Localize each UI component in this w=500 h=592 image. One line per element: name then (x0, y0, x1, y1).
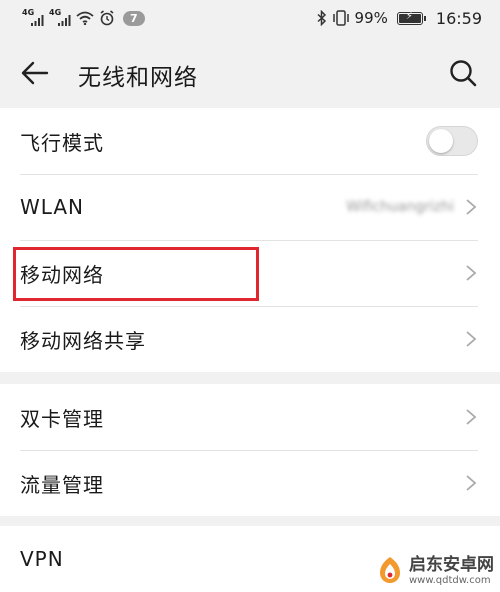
alarm-icon (100, 10, 114, 26)
mobile-hotspot-row[interactable]: 移动网络共享 (0, 306, 500, 372)
chevron-right-icon (466, 265, 477, 281)
notification-count-badge: 7 (123, 10, 145, 26)
battery-percent: 99% (354, 9, 388, 27)
status-bar-right: 99% ⚡ 16:59 (317, 9, 482, 28)
wlan-network-name: Wifichuangrizhi (346, 199, 454, 215)
chevron-right-icon (466, 199, 477, 215)
vibrate-icon (332, 10, 349, 26)
clock: 16:59 (435, 8, 482, 28)
page-title: 无线和网络 (78, 65, 198, 91)
wlan-row[interactable]: WLAN Wifichuangrizhi (0, 174, 500, 240)
charging-bolt-icon: ⚡ (405, 10, 413, 22)
settings-group-network: 飞行模式 WLAN Wifichuangrizhi 移动网络 移动网络共享 (0, 108, 500, 372)
battery-icon: ⚡ (396, 10, 426, 25)
chevron-right-icon (466, 331, 477, 347)
watermark-logo-icon (380, 557, 400, 583)
data-usage-label: 流量管理 (20, 472, 104, 497)
mobile-network-label: 移动网络 (20, 262, 104, 287)
mobile-network-row[interactable]: 移动网络 (0, 240, 500, 306)
signal-icon-sim1: 4G (22, 8, 44, 26)
wlan-label: WLAN (20, 195, 85, 219)
app-bar: 无线和网络 (0, 36, 500, 108)
mobile-hotspot-label: 移动网络共享 (20, 328, 146, 353)
chevron-right-icon (466, 409, 477, 425)
toggle-knob (429, 129, 453, 153)
watermark-name: 启东安卓网 (409, 554, 494, 575)
signal-icon-sim2: 4G (49, 8, 71, 26)
airplane-mode-label: 飞行模式 (20, 130, 104, 155)
airplane-mode-row[interactable]: 飞行模式 (0, 108, 500, 174)
airplane-mode-toggle[interactable] (426, 126, 478, 156)
status-bar-left: 4G 4G 7 (22, 8, 145, 26)
search-icon[interactable] (448, 58, 478, 88)
data-usage-row[interactable]: 流量管理 (0, 450, 500, 516)
settings-group-sim: 双卡管理 流量管理 (0, 384, 500, 516)
watermark-text: 启东安卓网 www.qdtdw.com (409, 554, 494, 586)
back-arrow-icon[interactable] (20, 58, 50, 88)
dual-sim-label: 双卡管理 (20, 406, 104, 431)
chevron-right-icon (466, 475, 477, 491)
status-bar: 4G 4G 7 99% ⚡ 16:59 (0, 0, 500, 36)
dual-sim-row[interactable]: 双卡管理 (0, 384, 500, 450)
wifi-icon (76, 11, 94, 25)
watermark-url: www.qdtdw.com (409, 574, 491, 586)
bluetooth-icon (317, 10, 326, 26)
watermark: 启东安卓网 www.qdtdw.com (375, 556, 494, 586)
